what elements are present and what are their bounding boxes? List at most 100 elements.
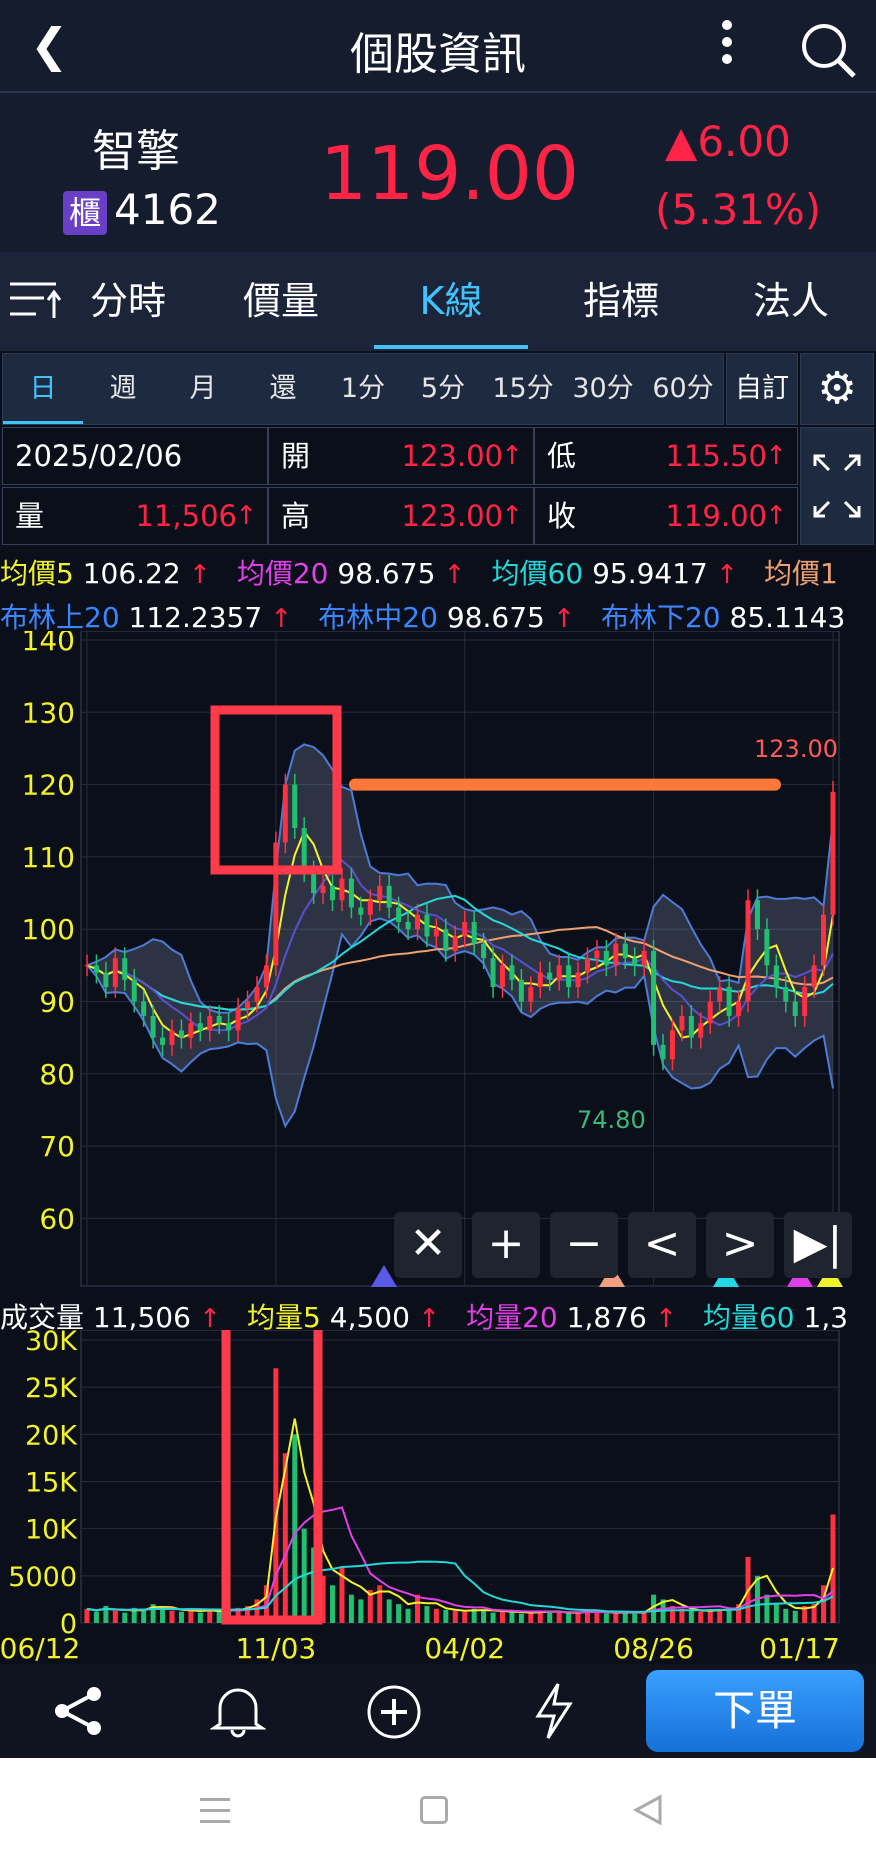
- volume-bar: [405, 1608, 411, 1623]
- volume-label: 量: [15, 499, 45, 533]
- ohlc-open: 開 123.00 ↑: [268, 427, 534, 485]
- ma60-value: 95.9417: [592, 557, 708, 590]
- price-chart[interactable]: 140 130 120 110 100 90 80 70 60 123.00 74.80: [0, 631, 876, 1291]
- search-icon[interactable]: [798, 20, 858, 84]
- candle-body: [178, 1030, 184, 1038]
- period-60min[interactable]: 60分: [643, 354, 723, 424]
- volume-bar: [386, 1599, 392, 1623]
- candle-body: [188, 1023, 194, 1038]
- jump-to-latest-button[interactable]: ▶|: [784, 1212, 852, 1278]
- tab-price-volume[interactable]: 價量: [196, 252, 366, 351]
- tab-indicators[interactable]: 指標: [536, 252, 706, 351]
- candle-body: [197, 1023, 203, 1031]
- candle-body: [443, 929, 449, 951]
- tab-intraday[interactable]: 分時: [60, 252, 196, 351]
- price-plot-frame: [80, 631, 840, 1287]
- volume-bar: [622, 1612, 628, 1623]
- candle-body: [792, 1001, 798, 1016]
- share-icon[interactable]: [52, 1686, 106, 1740]
- price-change: ▲6.00: [665, 117, 791, 166]
- fullscreen-icon[interactable]: [800, 427, 874, 545]
- candle-body: [556, 965, 562, 980]
- alert-bell-icon[interactable]: [209, 1682, 267, 1742]
- custom-period-button[interactable]: 自訂: [726, 353, 798, 425]
- period-month[interactable]: 月: [163, 354, 243, 424]
- volume-bar: [112, 1610, 118, 1623]
- candle-body: [660, 1044, 666, 1060]
- vol-ma5-line: [86, 1418, 834, 1614]
- period-week[interactable]: 週: [83, 354, 163, 424]
- high-value: 123.00: [401, 499, 503, 533]
- reset-zoom-button[interactable]: ✕: [394, 1212, 462, 1278]
- scroll-left-button[interactable]: <: [628, 1212, 696, 1278]
- ohlc-date: 2025/02/06: [2, 427, 268, 485]
- candle-body: [830, 791, 836, 915]
- volume-bar: [415, 1594, 421, 1623]
- menu-nav-icon[interactable]: [200, 1798, 230, 1823]
- candle-body: [150, 1015, 156, 1038]
- volume-bar: [509, 1611, 515, 1623]
- volume-tick-label: 25K: [25, 1373, 78, 1404]
- zoom-out-button[interactable]: −: [550, 1212, 618, 1278]
- tab-kline[interactable]: K線: [366, 252, 536, 351]
- ohlc-close: 收 119.00 ↑: [534, 487, 798, 545]
- candle-body: [141, 1001, 147, 1016]
- volume-bar: [481, 1609, 487, 1623]
- candle-body: [396, 907, 402, 922]
- back-nav-icon[interactable]: [632, 1794, 664, 1830]
- candle-body: [103, 972, 109, 988]
- date-tick-label: 04/02: [424, 1632, 505, 1665]
- candle-body: [433, 929, 439, 937]
- zoom-in-button[interactable]: +: [472, 1212, 540, 1278]
- ma-legend: 均價5 106.22 ↑ 均價20 98.675 ↑ 均價60 95.9417 …: [0, 557, 838, 590]
- period-30min[interactable]: 30分: [563, 354, 643, 424]
- vol-ma60-line: [86, 1560, 834, 1613]
- quick-trade-lightning-icon[interactable]: [532, 1682, 576, 1744]
- scroll-right-button[interactable]: >: [706, 1212, 774, 1278]
- candle-body: [84, 965, 90, 967]
- period-day[interactable]: 日: [3, 354, 83, 424]
- price-tick-label: 100: [22, 913, 75, 946]
- candle-body: [122, 958, 128, 980]
- volume-bar: [528, 1612, 534, 1623]
- tab-bar: 分時 價量 K線 指標 法人: [0, 252, 876, 351]
- candle-body: [93, 965, 99, 973]
- volume-bar: [726, 1610, 732, 1623]
- period-adjusted[interactable]: 還: [243, 354, 323, 424]
- period-15min[interactable]: 15分: [483, 354, 563, 424]
- candle-body: [471, 921, 477, 944]
- app-header: ❮ 個股資訊: [0, 0, 876, 93]
- high-label: 高: [281, 499, 311, 533]
- ma5-label: 均價5: [0, 557, 74, 590]
- add-watchlist-icon[interactable]: [366, 1684, 422, 1744]
- period-1min[interactable]: 1分: [323, 354, 403, 424]
- price-tick-label: 110: [22, 841, 75, 874]
- boll-mid-value: 98.675: [446, 601, 545, 634]
- more-menu-icon[interactable]: [722, 20, 732, 64]
- date-tick-label: 06/12: [0, 1632, 80, 1665]
- close-label: 收: [547, 499, 577, 533]
- volume-chart[interactable]: 30K25K20K15K10K5000006/12 11/03 04/02 08/26…: [0, 1330, 876, 1704]
- settings-gear-icon[interactable]: ⚙: [800, 353, 874, 425]
- volume-bar: [358, 1599, 364, 1623]
- up-arrow-icon: ↑: [765, 441, 787, 471]
- tab-institutional[interactable]: 法人: [706, 252, 876, 351]
- candle-body: [452, 936, 458, 951]
- volume-bar: [452, 1610, 458, 1623]
- home-nav-icon[interactable]: [420, 1796, 448, 1824]
- volume-bar: [93, 1611, 99, 1623]
- place-order-button[interactable]: 下單: [646, 1670, 864, 1752]
- candle-body: [773, 965, 779, 988]
- bottom-toolbar: 下單: [0, 1664, 876, 1758]
- volume-plot-frame: [80, 1330, 840, 1624]
- volume-bar: [122, 1612, 128, 1623]
- period-5min[interactable]: 5分: [403, 354, 483, 424]
- boll-lower-label: 布林下20: [600, 601, 721, 634]
- candle-body: [131, 979, 137, 1002]
- candle-body: [603, 950, 609, 966]
- candle-body: [292, 784, 298, 828]
- candle-body: [584, 958, 590, 973]
- volume-bar: [216, 1610, 222, 1623]
- sort-menu-icon[interactable]: [0, 280, 62, 324]
- candle-body: [669, 1030, 675, 1060]
